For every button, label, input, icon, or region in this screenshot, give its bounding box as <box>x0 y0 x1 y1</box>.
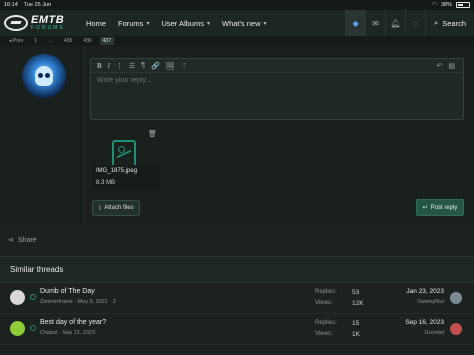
bulb-icon[interactable]: ◌ <box>405 10 425 36</box>
similar-threads-heading: Similar threads <box>0 257 474 283</box>
nav-home[interactable]: Home <box>86 19 106 28</box>
top-navigation: EMTB FORUMS Home Forums ▾ User Albums ▾ … <box>0 10 474 36</box>
status-right: ◠ 38% <box>432 2 470 8</box>
editor-toolbar: B I ⋮ ☰ ¶ 🔗 🖼 ⋮ ↶ ▤ <box>91 59 463 73</box>
reply-placeholder[interactable]: Write your reply... <box>91 73 463 88</box>
attach-files-button[interactable]: ⌇ Attach files <box>92 200 140 216</box>
reply-area: B I ⋮ ☰ ¶ 🔗 🖼 ⋮ ↶ ▤ Write your reply... … <box>0 46 474 226</box>
more-text-options-icon[interactable]: ⋮ <box>116 62 123 70</box>
views-count: 1K <box>352 331 360 338</box>
nav-user-albums[interactable]: User Albums ▾ <box>161 19 210 28</box>
attachment-filename: IMG_1875.jpeg <box>96 168 138 174</box>
pager-ellipsis[interactable]: … <box>45 37 56 45</box>
unread-indicator <box>30 294 36 300</box>
user-avatar[interactable] <box>22 54 66 98</box>
divider <box>84 46 85 226</box>
search-icon: ⌕ <box>434 18 439 27</box>
pager-page[interactable]: 436 <box>80 37 94 45</box>
attachment-thumbnail[interactable]: 🗑︎ IMG_1875.jpeg 8.3 MB <box>90 130 160 192</box>
replies-label: Replies: <box>315 289 337 295</box>
share-link[interactable]: ⋖ Share <box>8 236 37 245</box>
thread-meta: Zimmerframe · May 9, 2021 · 2 <box>40 299 116 305</box>
post-reply-button[interactable]: ↩ Post reply <box>416 199 464 216</box>
more-options-icon[interactable]: ⋮ <box>181 62 188 70</box>
nav-forums[interactable]: Forums ▾ <box>118 19 149 28</box>
unread-indicator <box>30 325 36 331</box>
paragraph-icon[interactable]: ¶ <box>141 62 145 69</box>
pager-page[interactable]: 1 <box>31 37 40 45</box>
last-post-date[interactable]: Jan 23, 2023 <box>406 288 444 295</box>
thread-row[interactable]: Best day of the year? Chabol · Sep 12, 2… <box>0 315 474 345</box>
attachment-caption: IMG_1875.jpeg 8.3 MB <box>92 165 160 191</box>
pagination: ◂ Prev 1 … 435 436 437 <box>0 36 474 46</box>
nav-icon-group: ◆ ✉ 🔔︎ ◌ ⌕ Search <box>345 10 474 36</box>
delete-icon[interactable]: 🗑︎ <box>148 130 157 138</box>
list-icon[interactable]: ☰ <box>129 62 135 70</box>
italic-icon[interactable]: I <box>108 62 110 70</box>
site-logo[interactable]: EMTB FORUMS <box>4 12 72 34</box>
views-label: Views: <box>315 300 333 306</box>
chevron-down-icon[interactable]: ▾ <box>264 20 267 27</box>
views-count: 12K <box>352 300 364 307</box>
reply-editor[interactable]: B I ⋮ ☰ ¶ 🔗 🖼 ⋮ ↶ ▤ Write your reply... <box>90 58 464 120</box>
last-poster-avatar[interactable] <box>450 323 462 335</box>
wifi-icon: ◠ <box>432 2 437 8</box>
thread-author-avatar[interactable] <box>10 321 25 336</box>
logo-sub-text: FORUMS <box>31 25 65 31</box>
pager-prev[interactable]: ◂ Prev <box>6 37 26 45</box>
skull-icon <box>35 66 53 86</box>
last-post-date[interactable]: Sep 16, 2023 <box>405 319 444 326</box>
chevron-down-icon[interactable]: ▾ <box>207 20 210 27</box>
image-file-icon <box>112 140 136 168</box>
battery-icon <box>456 2 470 8</box>
chevron-down-icon[interactable]: ▾ <box>146 20 149 27</box>
status-date: Tue 25 Jun <box>23 2 52 8</box>
share-icon: ⋖ <box>8 237 14 244</box>
replies-count: 53 <box>352 289 360 296</box>
thread-title[interactable]: Dumb of The Day <box>40 288 95 295</box>
account-avatar-icon[interactable]: ◆ <box>345 10 366 36</box>
preview-icon[interactable]: ▤ <box>448 62 455 70</box>
link-icon[interactable]: 🔗 <box>151 62 160 70</box>
undo-icon[interactable]: ↶ <box>437 62 443 70</box>
inbox-icon[interactable]: ✉ <box>365 10 385 36</box>
logo-badge-icon <box>4 15 28 31</box>
thread-title[interactable]: Best day of the year? <box>40 319 106 326</box>
status-time: 16:14 <box>4 2 18 8</box>
similar-threads: Similar threads Dumb of The Day Zimmerfr… <box>0 256 474 355</box>
replies-count: 15 <box>352 320 360 327</box>
reply-icon: ↩ <box>422 205 428 211</box>
last-poster-avatar[interactable] <box>450 292 462 304</box>
paperclip-icon: ⌇ <box>98 205 102 212</box>
thread-author-avatar[interactable] <box>10 290 25 305</box>
image-icon[interactable]: 🖼 <box>166 62 175 70</box>
bold-icon[interactable]: B <box>97 62 102 70</box>
thread-meta: Chabol · Sep 12, 2023 <box>40 330 96 336</box>
last-post-user[interactable]: SwampNut <box>417 299 444 305</box>
thread-row[interactable]: Dumb of The Day Zimmerframe · May 9, 202… <box>0 284 474 314</box>
search-button[interactable]: ⌕ Search <box>425 10 474 36</box>
bell-icon[interactable]: 🔔︎ <box>385 10 405 36</box>
views-label: Views: <box>315 331 333 337</box>
pager-current-page[interactable]: 437 <box>99 37 114 45</box>
pager-page[interactable]: 435 <box>61 37 75 45</box>
attachment-size: 8.3 MB <box>96 180 116 186</box>
battery-percent: 38% <box>440 2 452 8</box>
last-post-user[interactable]: Grendel <box>424 330 444 336</box>
status-bar: 16:14 Tue 25 Jun ◠ 38% <box>0 0 474 10</box>
replies-label: Replies: <box>315 320 337 326</box>
nav-whats-new[interactable]: What's new ▾ <box>222 19 267 28</box>
